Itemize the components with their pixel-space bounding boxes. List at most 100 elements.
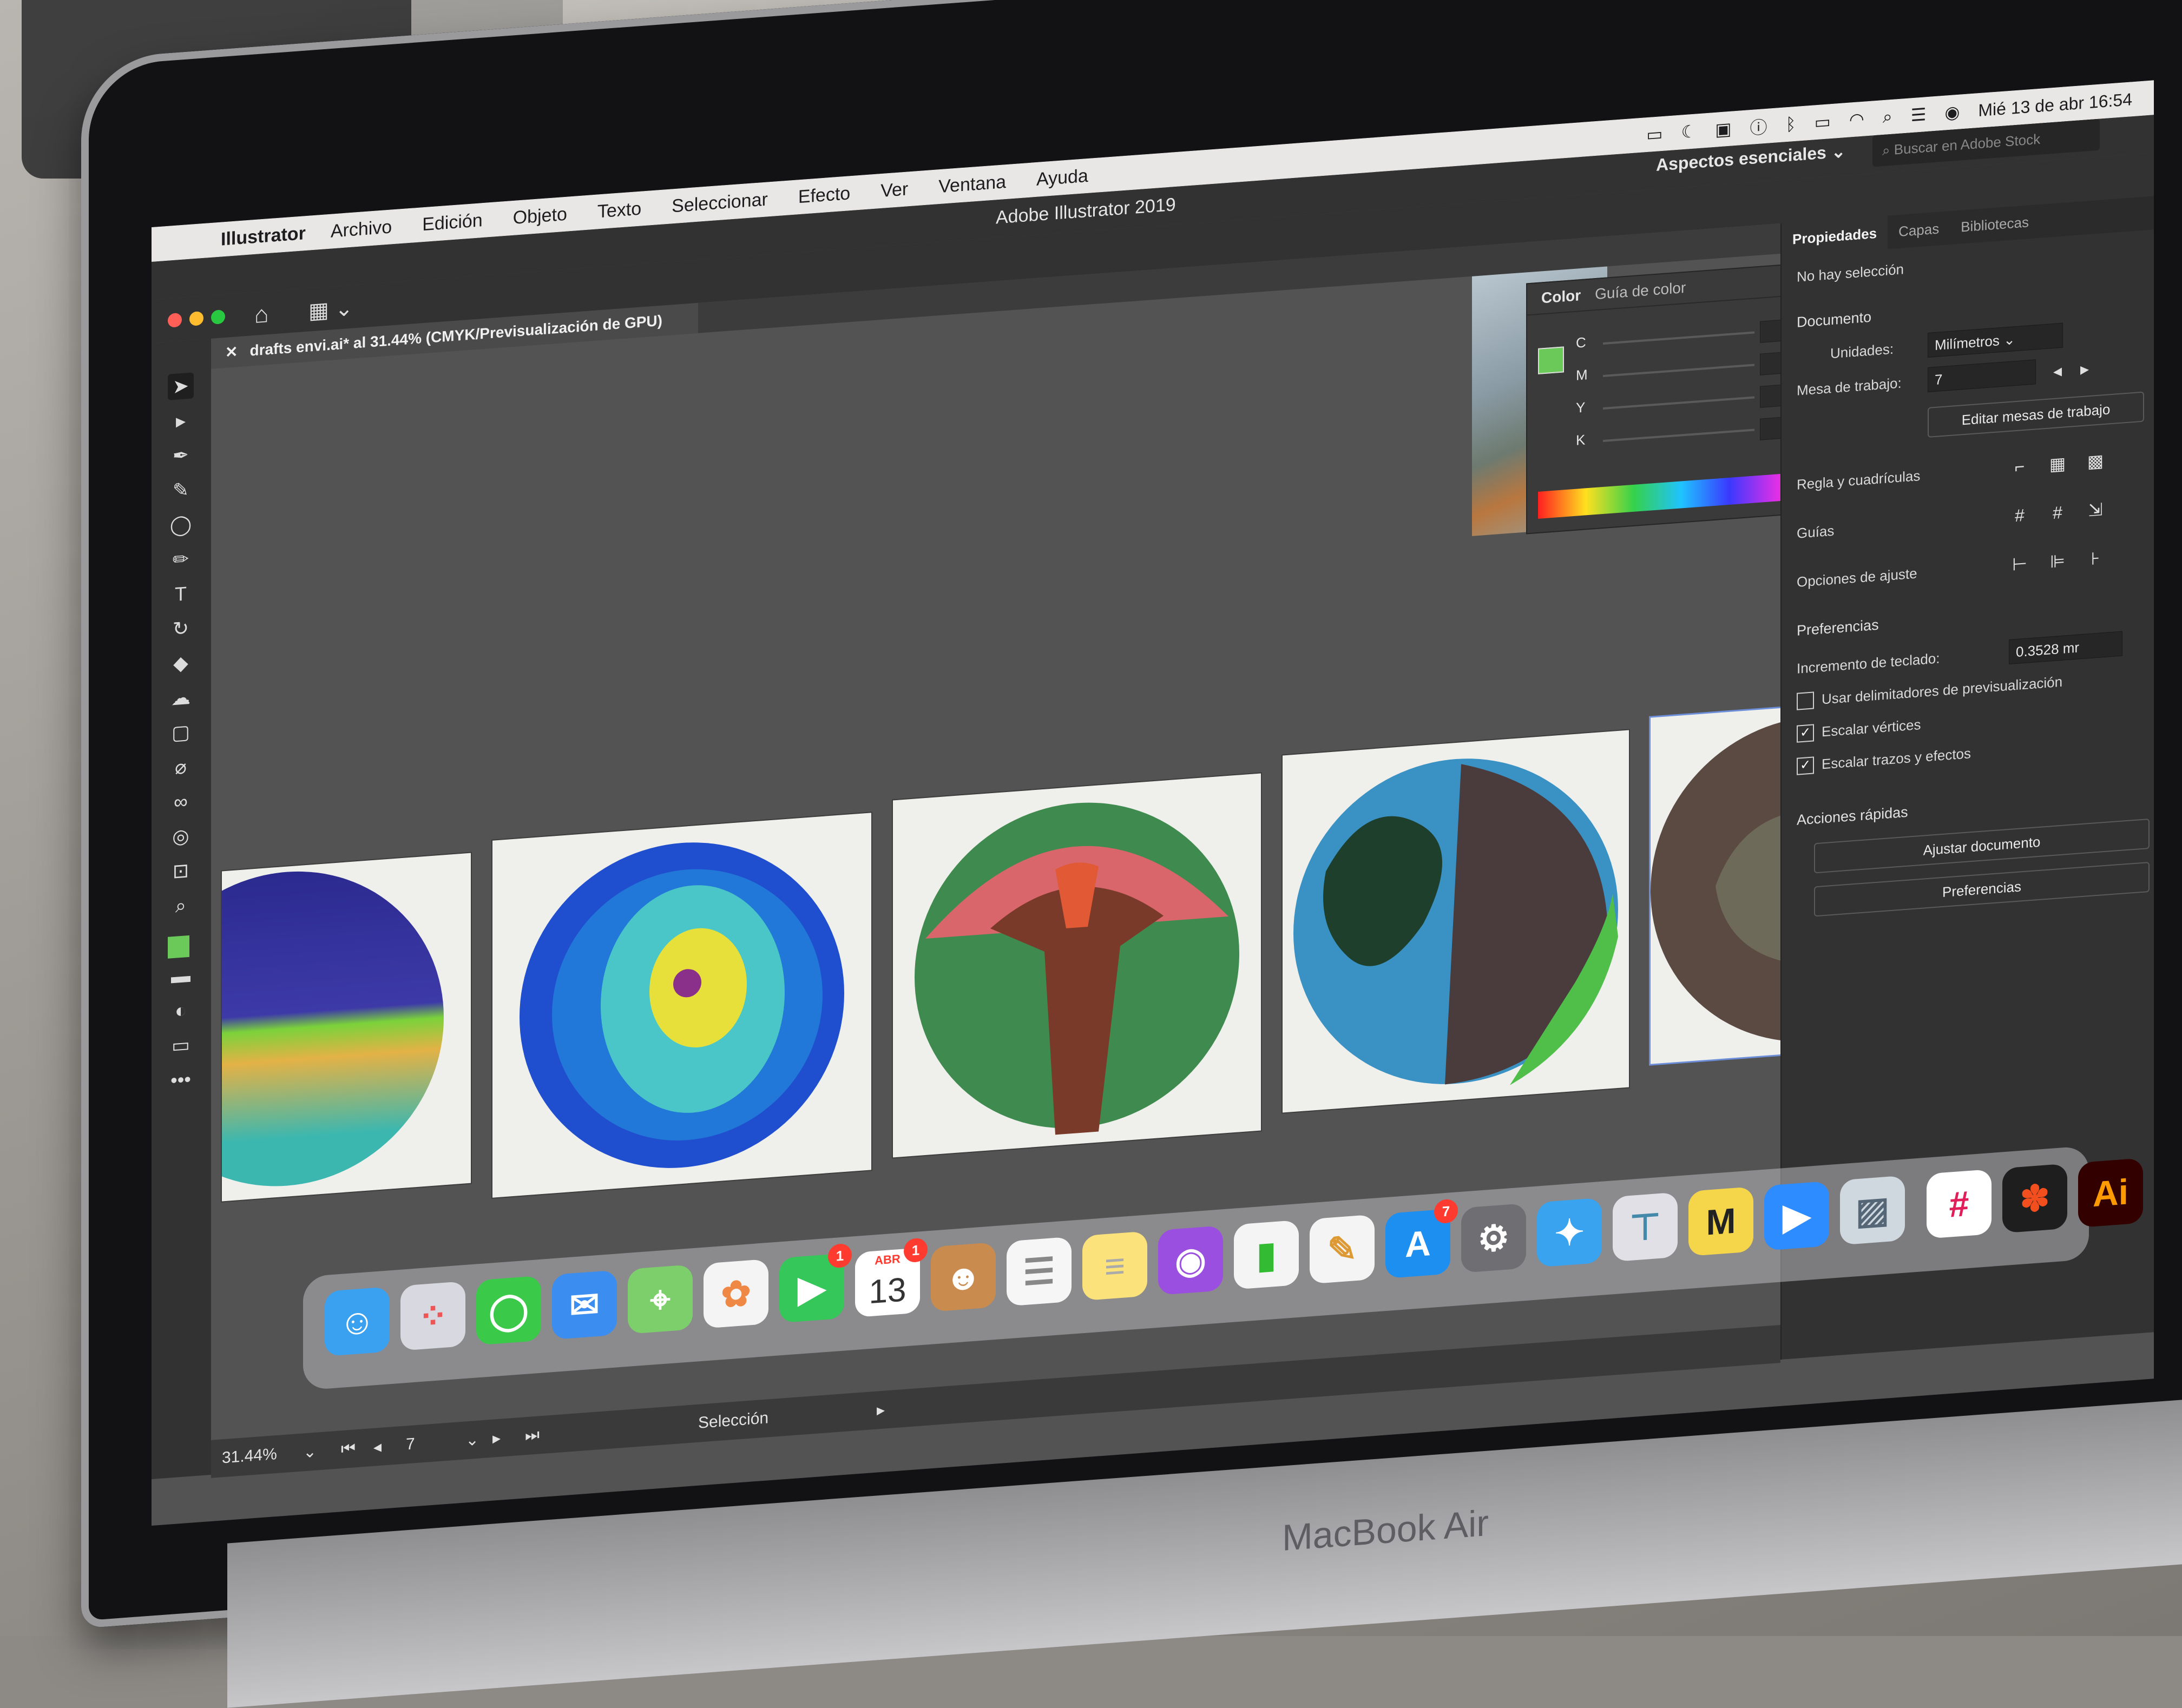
figma-icon[interactable]: ✽ — [2002, 1163, 2067, 1234]
ellipse-tool-icon[interactable]: ◯ — [168, 511, 194, 539]
more-tools-icon[interactable]: ••• — [168, 1066, 194, 1094]
blend-tool-icon[interactable]: ∞ — [168, 788, 194, 816]
menubar-clock[interactable]: Mié 13 de abr 16:54 — [1978, 89, 2132, 121]
warp-tool-icon[interactable]: ☁ — [168, 684, 194, 712]
illustrator-icon[interactable]: Ai — [2078, 1158, 2143, 1228]
menu-seleccionar[interactable]: Seleccionar — [672, 189, 768, 217]
safari-icon[interactable]: ✦ — [1537, 1197, 1602, 1268]
control-center-icon[interactable]: ☰ — [1911, 104, 1927, 126]
snap-to-pixel-icon[interactable]: ⊫ — [2047, 550, 2068, 573]
previous-artboard-nav-icon[interactable]: ◂ — [373, 1437, 382, 1457]
tab-color-guide[interactable]: Guía de color — [1595, 279, 1686, 303]
calendar-icon[interactable]: ABR 13 1 — [855, 1237, 928, 1318]
close-tab-icon[interactable]: ✕ — [225, 343, 238, 361]
notes-icon[interactable]: ≡ — [1082, 1231, 1147, 1301]
preview-bounds-checkbox[interactable] — [1797, 691, 1814, 710]
menu-efecto[interactable]: Efecto — [798, 183, 850, 208]
close-window-button[interactable] — [168, 312, 182, 328]
preferences-button[interactable]: Preferencias — [1814, 861, 2150, 917]
launchpad-icon[interactable]: ⁘ — [400, 1281, 465, 1351]
miro-icon[interactable]: M — [1688, 1186, 1753, 1257]
menu-objeto[interactable]: Objeto — [513, 203, 567, 228]
tab-properties[interactable]: Propiedades — [1782, 215, 1888, 257]
transparency-grid-icon[interactable]: ▩ — [2085, 450, 2106, 473]
previous-artboard-icon[interactable]: ◂ — [2047, 359, 2068, 383]
photos-icon[interactable]: ✿ — [704, 1258, 768, 1329]
black-slider[interactable] — [1603, 428, 1754, 443]
mail-icon[interactable]: ✉ — [552, 1270, 617, 1340]
draw-mode-icon[interactable]: ◐ — [168, 997, 194, 1025]
slack-icon[interactable]: # — [1927, 1169, 1992, 1239]
menu-app-name[interactable]: Illustrator — [221, 223, 306, 250]
system-preferences-icon[interactable]: ⚙ — [1461, 1203, 1526, 1273]
pen-tool-icon[interactable]: ✒ — [168, 441, 194, 470]
spotlight-icon[interactable]: ⌕ — [1883, 107, 1892, 128]
type-tool-icon[interactable]: T — [168, 580, 194, 608]
curvature-tool-icon[interactable]: ✎ — [168, 476, 194, 504]
edit-artboards-button[interactable]: Editar mesas de trabajo — [1928, 391, 2144, 438]
zoom-chevron-icon[interactable]: ⌄ — [303, 1442, 317, 1462]
eyedropper-tool-icon[interactable]: ⌀ — [168, 753, 194, 781]
units-select[interactable]: Milímetros ⌄ — [1928, 322, 2063, 358]
artboard-select[interactable]: 7 — [1928, 359, 2036, 392]
grid-icon[interactable]: ▦ — [2047, 452, 2068, 476]
artboard-4[interactable] — [1283, 730, 1629, 1113]
ruler-icon[interactable]: ⌐ — [2009, 455, 2030, 478]
artboard-tool-icon[interactable]: ⊡ — [168, 857, 194, 885]
tab-layers[interactable]: Capas — [1888, 219, 1950, 240]
yellow-slider[interactable] — [1603, 396, 1754, 410]
home-icon[interactable]: ⌂ — [254, 301, 269, 329]
arrange-documents-icon[interactable]: ▦ ⌄ — [308, 296, 353, 324]
menu-edicion[interactable]: Edición — [422, 210, 483, 235]
info-icon[interactable]: ⓘ — [1750, 114, 1767, 140]
minimize-window-button[interactable] — [189, 311, 203, 326]
battery-icon[interactable]: ▭ — [1815, 111, 1831, 133]
wifi-icon[interactable]: ◠ — [1849, 109, 1864, 130]
zoom-tool-icon[interactable]: ⌕ — [168, 892, 194, 920]
apple-icon[interactable] — [173, 241, 206, 243]
zoom-level[interactable]: 31.44% — [222, 1445, 277, 1467]
last-artboard-icon[interactable]: ⏭ — [525, 1426, 540, 1445]
preview-icon[interactable]: ▨ — [1840, 1175, 1905, 1245]
pages-icon[interactable]: ✎ — [1310, 1214, 1375, 1284]
fill-swatch[interactable] — [168, 935, 189, 959]
zoom-window-button[interactable] — [211, 309, 225, 325]
keynote-icon[interactable]: ⊤ — [1613, 1192, 1678, 1262]
artboard-3[interactable] — [893, 773, 1261, 1158]
numbers-icon[interactable]: ▮ — [1234, 1219, 1299, 1290]
lock-guides-icon[interactable]: # — [2047, 501, 2068, 524]
next-artboard-icon[interactable]: ▸ — [2074, 357, 2095, 380]
rotate-tool-icon[interactable]: ↻ — [168, 615, 194, 643]
smart-guides-icon[interactable]: ⇲ — [2085, 498, 2106, 522]
artboard-nav-chevron-icon[interactable]: ⌄ — [465, 1430, 479, 1450]
menu-texto[interactable]: Texto — [597, 198, 641, 222]
la-icon[interactable]: ▣ — [1715, 118, 1731, 140]
keyboard-increment-input[interactable]: 0.3528 mr — [2009, 631, 2122, 664]
rectangle-tool-icon[interactable]: ▢ — [168, 718, 194, 747]
reminders-icon[interactable]: ☰ — [1007, 1236, 1072, 1307]
siri-icon[interactable]: ◉ — [1944, 102, 1960, 123]
menu-ver[interactable]: Ver — [880, 179, 908, 202]
selection-tool-icon[interactable]: ➤ — [168, 372, 194, 400]
color-mode-icon[interactable]: ▬ — [168, 962, 194, 990]
tab-color[interactable]: Color — [1541, 287, 1581, 307]
messages-icon[interactable]: ◯ — [476, 1275, 541, 1346]
zoom-app-icon[interactable]: ▶ — [1764, 1181, 1829, 1251]
direct-selection-tool-icon[interactable]: ▸ — [168, 407, 194, 435]
app-store-icon[interactable]: A7 — [1385, 1198, 1458, 1279]
status-menu-arrow-icon[interactable]: ▸ — [877, 1400, 885, 1420]
artboard-number[interactable]: 7 — [406, 1435, 415, 1454]
scale-corners-checkbox[interactable]: ✓ — [1797, 724, 1814, 743]
facetime-icon[interactable]: ▶ 1 — [779, 1243, 852, 1323]
tab-libraries[interactable]: Bibliotecas — [1950, 213, 2040, 236]
guides-icon[interactable]: # — [2009, 504, 2030, 527]
contacts-icon[interactable]: ☻ — [931, 1242, 996, 1312]
snap-to-glyph-icon[interactable]: ⊦ — [2085, 547, 2106, 570]
artboard-1[interactable] — [222, 853, 471, 1202]
finder-icon[interactable]: ☺ — [325, 1287, 390, 1357]
first-artboard-icon[interactable]: ⏮ — [341, 1439, 356, 1459]
snap-to-point-icon[interactable]: ⊢ — [2009, 552, 2030, 576]
menu-ayuda[interactable]: Ayuda — [1036, 165, 1088, 190]
next-artboard-nav-icon[interactable]: ▸ — [492, 1429, 501, 1448]
scale-strokes-checkbox[interactable]: ✓ — [1797, 756, 1814, 775]
